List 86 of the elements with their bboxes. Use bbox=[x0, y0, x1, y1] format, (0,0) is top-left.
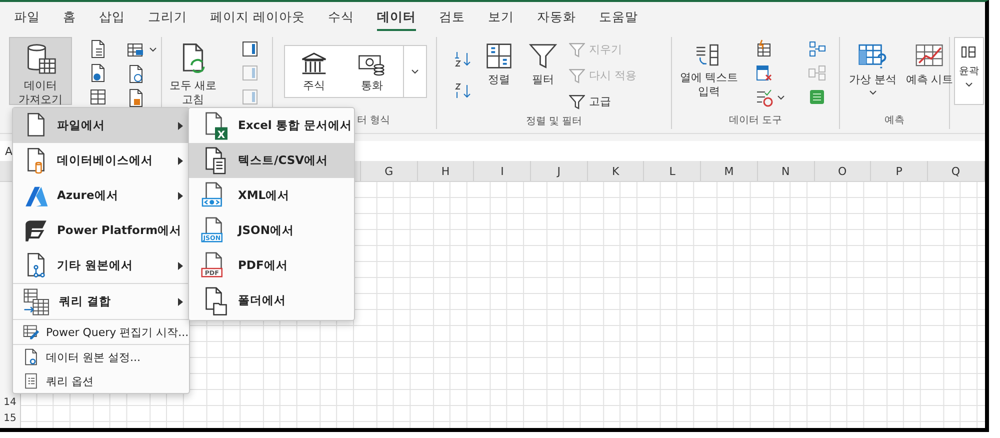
column-header[interactable]: P bbox=[871, 161, 928, 181]
name-box[interactable]: A bbox=[5, 144, 13, 158]
ribbon-tab[interactable]: 삽입 bbox=[99, 4, 125, 30]
validation-icon bbox=[754, 88, 774, 108]
ribbon-tab[interactable]: 홈 bbox=[63, 4, 76, 30]
consolidate-icon bbox=[807, 39, 827, 59]
table-edit-icon bbox=[22, 323, 40, 341]
column-header[interactable]: K bbox=[588, 161, 644, 181]
menu-item[interactable]: Azure에서 bbox=[13, 178, 189, 213]
submenu-arrow-icon bbox=[178, 122, 183, 130]
forecast-sheet-button[interactable]: 예측 시트 bbox=[906, 37, 954, 105]
ribbon-tab[interactable]: 도움말 bbox=[598, 4, 638, 30]
outline-button[interactable]: 윤곽 bbox=[954, 37, 984, 105]
menu-item[interactable]: 데이터베이스에서 bbox=[13, 143, 189, 178]
group-label: 터 형식 bbox=[357, 114, 390, 127]
group-label: 정렬 및 필터 bbox=[526, 114, 582, 128]
chevron-down-icon bbox=[411, 68, 419, 74]
text-to-columns-button[interactable]: 열에 텍스트 입력 bbox=[676, 37, 742, 105]
submenu-arrow-icon bbox=[178, 262, 183, 270]
chevron-down-icon bbox=[868, 90, 877, 96]
row-header[interactable]: 14 bbox=[0, 394, 20, 410]
relationships-icon bbox=[807, 63, 827, 83]
menu-item[interactable]: Power Platform에서 bbox=[13, 213, 189, 248]
panel-icon bbox=[240, 39, 260, 59]
filter-command[interactable]: 고급 bbox=[569, 91, 636, 112]
group-label: 데이터 도구 bbox=[728, 114, 782, 127]
column-header[interactable]: G bbox=[361, 161, 418, 181]
data-model-icon bbox=[807, 87, 827, 107]
panel-icon bbox=[240, 87, 260, 107]
funnel-icon bbox=[569, 42, 585, 58]
sort-ascending-icon bbox=[453, 49, 473, 69]
column-header[interactable]: L bbox=[644, 161, 702, 181]
column-header[interactable]: J bbox=[531, 161, 588, 181]
menu-item[interactable]: 쿼리 결합 bbox=[13, 283, 189, 319]
ribbon-tab[interactable]: 보기 bbox=[488, 4, 514, 30]
menu-item[interactable]: 데이터 원본 설정... bbox=[13, 344, 189, 369]
menu-item[interactable]: 기타 원본에서 bbox=[13, 248, 189, 283]
row-header[interactable]: 15 bbox=[0, 410, 20, 426]
sort-button[interactable]: 정렬 bbox=[481, 37, 517, 105]
panel-icon bbox=[240, 63, 260, 83]
filter-button[interactable]: 필터 bbox=[525, 37, 561, 105]
remove-duplicates-icon bbox=[754, 63, 774, 83]
ribbon-tab[interactable]: 파일 bbox=[14, 4, 40, 30]
column-header[interactable]: H bbox=[418, 161, 474, 181]
menu-item[interactable]: 폴더에서 bbox=[189, 283, 354, 318]
submenu-arrow-icon bbox=[178, 192, 183, 200]
funnel-icon bbox=[569, 94, 585, 110]
menu-item[interactable]: 텍스트/CSV에서 bbox=[189, 143, 354, 178]
menu-item[interactable]: 쿼리 옵션 bbox=[13, 369, 189, 393]
ribbon-tab[interactable]: 수식 bbox=[328, 4, 354, 30]
bank-icon bbox=[300, 52, 328, 76]
ribbon-tab[interactable]: 검토 bbox=[438, 4, 465, 30]
document-gear-icon bbox=[22, 348, 40, 366]
ribbon-tab[interactable]: 데이터 bbox=[376, 4, 416, 30]
refresh-all-button[interactable]: 모두 새로 고침 bbox=[168, 37, 218, 105]
chevron-down-icon bbox=[965, 82, 973, 88]
column-header[interactable]: Q bbox=[928, 161, 985, 181]
chevron-down-icon bbox=[777, 94, 785, 100]
ribbon-tab[interactable]: 그리기 bbox=[148, 4, 187, 30]
sort-descending-icon bbox=[453, 81, 473, 101]
menu-item[interactable]: Power Query 편집기 시작... bbox=[13, 319, 189, 344]
column-header[interactable]: O bbox=[814, 161, 872, 181]
what-if-analysis-button[interactable]: 가상 분석 bbox=[848, 37, 898, 105]
menu-item[interactable]: XML에서 bbox=[189, 178, 354, 213]
column-header[interactable]: N bbox=[758, 161, 814, 181]
data-type-label[interactable]: 통화 bbox=[361, 78, 383, 93]
menu-item[interactable]: 파일에서 bbox=[13, 108, 189, 143]
funnel-icon bbox=[529, 42, 557, 70]
logo-icon bbox=[23, 218, 49, 244]
list-document-icon bbox=[22, 372, 40, 390]
get-data-button[interactable]: 데이터 가져오기 bbox=[9, 37, 72, 105]
sort-grid-icon bbox=[486, 42, 512, 70]
column-header[interactable]: M bbox=[701, 161, 758, 181]
menu-item[interactable]: X Excel 통합 문서에서 bbox=[189, 108, 354, 143]
group-label: 예측 bbox=[884, 114, 904, 127]
data-type-label[interactable]: 주식 bbox=[303, 78, 325, 93]
chevron-down-icon bbox=[149, 46, 157, 52]
submenu-arrow-icon bbox=[178, 298, 183, 306]
submenu-arrow-icon bbox=[178, 156, 183, 164]
table-icon bbox=[88, 87, 108, 107]
ribbon-tab[interactable]: 자동화 bbox=[536, 4, 576, 30]
table-question-icon bbox=[858, 42, 888, 70]
table-merge-icon bbox=[23, 288, 51, 316]
column-header[interactable]: I bbox=[474, 161, 532, 181]
funnel-icon bbox=[569, 68, 585, 84]
ribbon-tab[interactable]: 페이지 레이아웃 bbox=[210, 4, 305, 30]
